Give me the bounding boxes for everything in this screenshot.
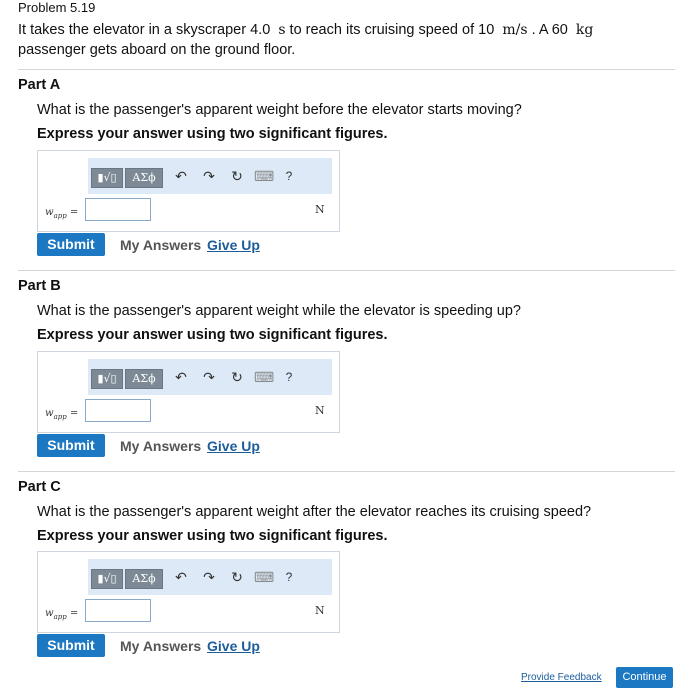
part-a-label: Part A — [18, 77, 61, 93]
variable-subscript: app — [53, 212, 67, 220]
greek-symbols-button[interactable]: ΑΣϕ — [125, 168, 163, 188]
part-a-give-up-link[interactable]: Give Up — [207, 237, 260, 253]
intro-text-1: It takes the elevator in a skyscraper 4.… — [18, 22, 271, 38]
variable-subscript: app — [53, 613, 67, 621]
equals-sign: = — [69, 207, 79, 218]
redo-icon[interactable]: ↷ — [200, 166, 218, 186]
part-a-answer-box: ▮√▯ ΑΣϕ ↶ ↷ ↻ ⌨ ? wapp = N — [37, 150, 340, 232]
part-b-label: Part B — [18, 278, 61, 294]
undo-icon[interactable]: ↶ — [172, 567, 190, 587]
divider — [18, 69, 675, 70]
divider — [18, 471, 675, 472]
equals-sign: = — [69, 408, 79, 419]
part-a-submit-button[interactable]: Submit — [37, 233, 105, 256]
part-a-variable: wapp = — [45, 207, 78, 220]
help-icon[interactable]: ? — [280, 567, 298, 587]
math-toolbar: ▮√▯ ΑΣϕ ↶ ↷ ↻ ⌨ ? — [88, 559, 332, 595]
templates-button[interactable]: ▮√▯ — [91, 369, 123, 389]
part-c-question: What is the passenger's apparent weight … — [37, 504, 592, 520]
part-a-instruction: Express your answer using two significan… — [37, 126, 388, 142]
undo-icon[interactable]: ↶ — [172, 166, 190, 186]
provide-feedback-link[interactable]: Provide Feedback — [521, 672, 602, 683]
part-b-submit-button[interactable]: Submit — [37, 434, 105, 457]
keyboard-icon[interactable]: ⌨ — [254, 166, 274, 186]
divider — [18, 270, 675, 271]
redo-icon[interactable]: ↷ — [200, 567, 218, 587]
problem-statement: It takes the elevator in a skyscraper 4.… — [18, 20, 668, 60]
intro-unit-kg: kg — [575, 22, 594, 38]
variable-symbol: w — [45, 408, 54, 419]
part-b-variable: wapp = — [45, 408, 78, 421]
greek-symbols-button[interactable]: ΑΣϕ — [125, 369, 163, 389]
variable-subscript: app — [53, 413, 67, 421]
intro-text-4: passenger gets aboard on the ground floo… — [18, 42, 296, 58]
intro-unit-ms: m/s — [502, 22, 528, 38]
templates-button[interactable]: ▮√▯ — [91, 168, 123, 188]
continue-button[interactable]: Continue — [616, 667, 673, 688]
part-a-unit: N — [315, 203, 325, 216]
part-c-give-up-link[interactable]: Give Up — [207, 638, 260, 654]
undo-icon[interactable]: ↶ — [172, 367, 190, 387]
keyboard-icon[interactable]: ⌨ — [254, 567, 274, 587]
equals-sign: = — [69, 608, 79, 619]
part-c-instruction: Express your answer using two significan… — [37, 528, 388, 544]
part-b-instruction: Express your answer using two significan… — [37, 327, 388, 343]
intro-text-2: to reach its cruising speed of 10 — [289, 22, 495, 38]
redo-icon[interactable]: ↷ — [200, 367, 218, 387]
variable-symbol: w — [45, 608, 54, 619]
part-c-my-answers-label: My Answers — [120, 638, 202, 654]
part-c-label: Part C — [18, 479, 61, 495]
part-b-my-answers-label: My Answers — [120, 438, 202, 454]
part-b-answer-box: ▮√▯ ΑΣϕ ↶ ↷ ↻ ⌨ ? wapp = N — [37, 351, 340, 433]
help-icon[interactable]: ? — [280, 367, 298, 387]
intro-text-3: . A 60 — [531, 22, 568, 38]
help-icon[interactable]: ? — [280, 166, 298, 186]
keyboard-icon[interactable]: ⌨ — [254, 367, 274, 387]
part-b-give-up-link[interactable]: Give Up — [207, 438, 260, 454]
part-c-variable: wapp = — [45, 608, 78, 621]
part-a-answer-input[interactable] — [85, 198, 151, 221]
math-toolbar: ▮√▯ ΑΣϕ ↶ ↷ ↻ ⌨ ? — [88, 359, 332, 395]
part-b-unit: N — [315, 404, 325, 417]
intro-unit-s: s — [278, 22, 286, 38]
problem-title: Problem 5.19 — [18, 0, 96, 15]
part-a-my-answers-label: My Answers — [120, 237, 202, 253]
greek-symbols-button[interactable]: ΑΣϕ — [125, 569, 163, 589]
part-b-question: What is the passenger's apparent weight … — [37, 303, 521, 319]
part-c-answer-box: ▮√▯ ΑΣϕ ↶ ↷ ↻ ⌨ ? wapp = N — [37, 551, 340, 633]
part-c-submit-button[interactable]: Submit — [37, 634, 105, 657]
reset-icon[interactable]: ↻ — [228, 367, 246, 387]
part-b-answer-input[interactable] — [85, 399, 151, 422]
math-toolbar: ▮√▯ ΑΣϕ ↶ ↷ ↻ ⌨ ? — [88, 158, 332, 194]
templates-button[interactable]: ▮√▯ — [91, 569, 123, 589]
part-c-unit: N — [315, 604, 325, 617]
part-c-answer-input[interactable] — [85, 599, 151, 622]
variable-symbol: w — [45, 207, 54, 218]
reset-icon[interactable]: ↻ — [228, 567, 246, 587]
reset-icon[interactable]: ↻ — [228, 166, 246, 186]
part-a-question: What is the passenger's apparent weight … — [37, 102, 522, 118]
